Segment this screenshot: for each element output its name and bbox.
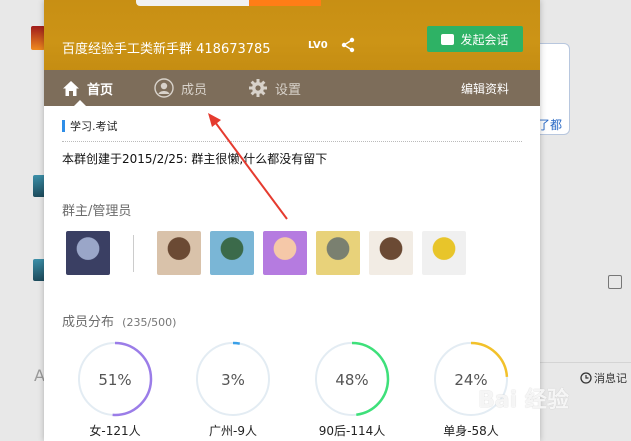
clock-icon <box>580 372 592 384</box>
avatar-admin-purple-girl[interactable] <box>263 231 307 275</box>
avatar-admin-crying-child[interactable] <box>157 231 201 275</box>
chat-bubble-text: 了都 <box>538 118 563 132</box>
tab-settings[interactable]: 设置 <box>248 70 301 106</box>
ring-label: 广州-9人 <box>209 424 257 438</box>
tab-members-label: 成员 <box>181 82 208 98</box>
group-tag-label: 学习.考试 <box>70 120 118 133</box>
chat-bubble-icon <box>441 33 455 45</box>
avatar-admin-totoro[interactable] <box>316 231 360 275</box>
share-icon[interactable] <box>340 37 356 53</box>
avatar-admin-minion[interactable] <box>422 231 466 275</box>
tab-settings-label: 设置 <box>275 82 302 98</box>
user-icon <box>154 78 174 98</box>
tab-home-label: 首页 <box>87 82 114 98</box>
ring-percent: 51% <box>98 371 131 389</box>
input-divider <box>540 362 631 363</box>
group-tag: 学习.考试 <box>62 118 118 134</box>
ring-label: 女-121人 <box>89 424 141 438</box>
start-chat-label: 发起会话 <box>460 32 509 47</box>
owner-separator <box>133 235 134 272</box>
tab-home[interactable]: 首页 <box>62 70 113 106</box>
edit-profile-label: 编辑资料 <box>461 81 510 96</box>
message-history-button[interactable]: 消息记 <box>580 370 627 386</box>
distribution-ring: 3% <box>195 341 271 417</box>
distribution-ring: 51% <box>77 341 153 417</box>
tag-marker <box>62 120 65 132</box>
message-history-label: 消息记 <box>594 372 627 385</box>
toolbar-icon[interactable] <box>608 275 622 289</box>
avatar-owner-moon[interactable] <box>66 231 110 275</box>
distribution-ring: 48% <box>314 341 390 417</box>
avatar-admin-girl-photo[interactable] <box>369 231 413 275</box>
group-level-badge: LV0 <box>308 40 328 51</box>
admins-title: 群主/管理员 <box>62 204 132 219</box>
group-name: 百度经验手工类新手群 418673785 <box>62 42 271 57</box>
group-intro: 本群创建于2015/2/25: 群主很懒,什么都没有留下 <box>62 152 328 166</box>
member-count: (235/500) <box>122 316 177 329</box>
start-chat-button[interactable]: 发起会话 <box>427 26 523 52</box>
gear-icon <box>249 79 267 97</box>
member-distribution-label: 成员分布 <box>62 315 115 330</box>
baidu-watermark: Bai 经验 <box>478 388 569 413</box>
avatar-admin-cartoon-sky[interactable] <box>210 231 254 275</box>
group-header: 百度经验手工类新手群 418673785 LV0 发起会话 <box>44 0 540 70</box>
member-distribution-title: 成员分布 (235/500) <box>62 311 176 330</box>
edit-profile-link[interactable]: 编辑资料 <box>461 70 509 106</box>
ring-percent: 3% <box>221 371 245 389</box>
group-nav: 首页 成员 设置 编辑资料 <box>44 70 540 106</box>
home-icon <box>63 80 79 96</box>
ring-label: 90后-114人 <box>318 424 386 438</box>
divider <box>62 141 522 142</box>
active-tab-indicator <box>74 100 86 106</box>
chat-avatar[interactable] <box>31 26 45 50</box>
header-decoration <box>249 0 321 6</box>
ring-label: 单身-58人 <box>443 424 499 438</box>
tab-members[interactable]: 成员 <box>154 70 207 106</box>
ring-percent: 48% <box>335 371 368 389</box>
group-profile-card: 百度经验手工类新手群 418673785 LV0 发起会话 首页 成员 设置 编… <box>44 0 540 441</box>
